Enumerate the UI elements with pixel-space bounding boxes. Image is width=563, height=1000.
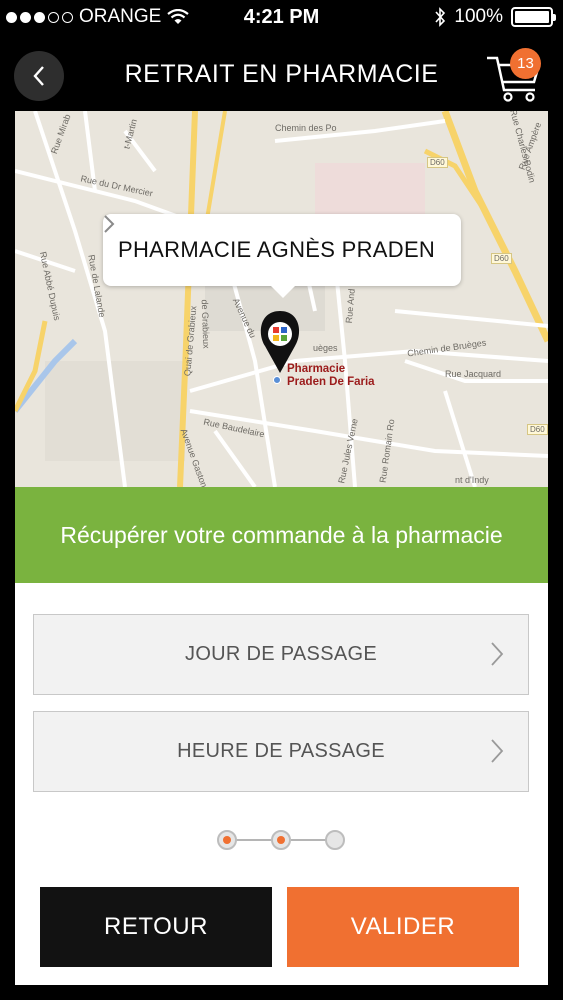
bluetooth-icon	[435, 7, 446, 27]
hour-select[interactable]: HEURE DE PASSAGE	[33, 711, 529, 792]
step-2	[271, 830, 291, 850]
step-3	[325, 830, 345, 850]
street-label: Chemin des Po	[275, 123, 337, 133]
retour-button[interactable]: RETOUR	[40, 887, 272, 967]
pharmacy-name: PHARMACIE AGNÈS PRADEN	[118, 237, 436, 262]
road-tag: D60	[491, 253, 512, 264]
chevron-right-icon	[491, 739, 504, 763]
progress-stepper	[217, 830, 345, 850]
pickup-form: JOUR DE PASSAGE HEURE DE PASSAGE RETOUR …	[15, 583, 548, 985]
chevron-right-icon	[491, 642, 504, 666]
battery-percent: 100%	[454, 6, 503, 27]
pharmacy-callout[interactable]: PHARMACIE AGNÈS PRADEN	[103, 214, 461, 298]
street-label: nt d'Indy	[455, 475, 489, 485]
step-1	[217, 830, 237, 850]
chevron-right-icon	[104, 215, 115, 233]
banner-text: Récupérer votre commande à la pharmacie	[60, 521, 503, 548]
street-label: de Grabieux	[199, 299, 212, 349]
day-select-label: JOUR DE PASSAGE	[185, 643, 377, 665]
road-tag: D60	[527, 424, 548, 435]
pickup-banner: Récupérer votre commande à la pharmacie	[15, 487, 548, 583]
page-title: RETRAIT EN PHARMACIE	[124, 60, 439, 88]
app-header: RETRAIT EN PHARMACIE 13	[0, 36, 563, 112]
street-label: uèges	[313, 343, 338, 353]
pin-label: Pharmacie Praden De Faria	[287, 363, 375, 388]
pharmacy-map[interactable]: Chemin des Po Rue du Dr Mercier Rue de L…	[15, 111, 548, 487]
hour-select-label: HEURE DE PASSAGE	[177, 740, 385, 762]
cart-count-badge: 13	[510, 48, 541, 79]
battery-icon	[511, 7, 556, 27]
valider-button[interactable]: VALIDER	[287, 887, 519, 967]
road-tag: D60	[427, 157, 448, 168]
street-label: Rue Jacquard	[445, 369, 502, 379]
day-select[interactable]: JOUR DE PASSAGE	[33, 614, 529, 695]
cart-button[interactable]: 13	[485, 44, 545, 104]
status-right: 100%	[434, 6, 556, 28]
status-bar: ORANGE 4:21 PM 100%	[0, 0, 563, 36]
